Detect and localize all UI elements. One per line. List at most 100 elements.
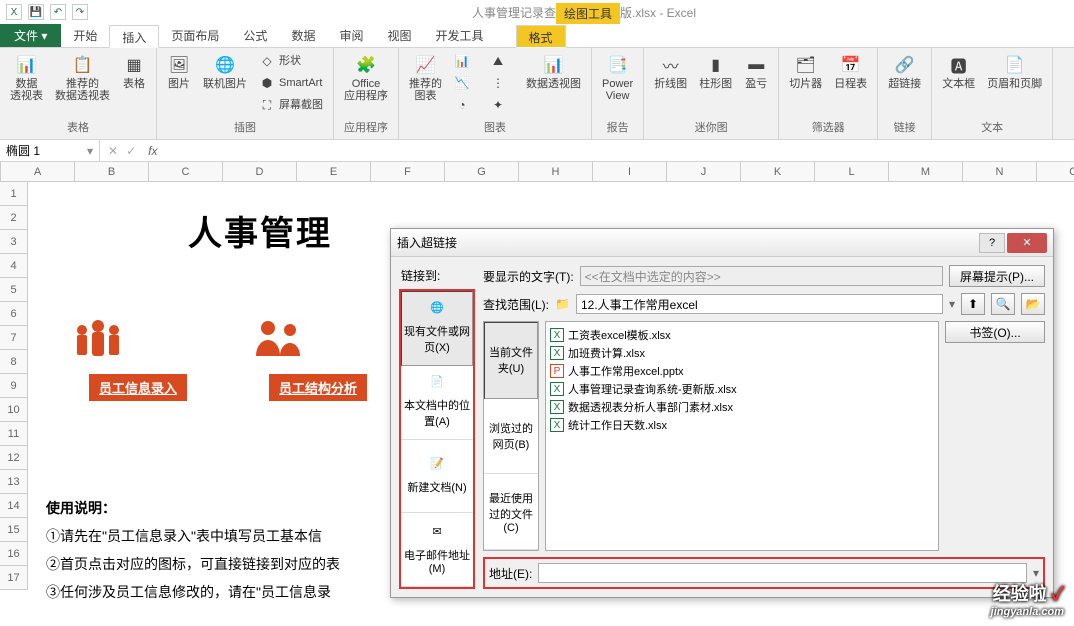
tab-data[interactable]: 数据: [279, 24, 327, 47]
row-6[interactable]: 6: [0, 302, 28, 326]
row-9[interactable]: 9: [0, 374, 28, 398]
row-2[interactable]: 2: [0, 206, 28, 230]
row-17[interactable]: 17: [0, 566, 28, 590]
name-box[interactable]: 椭圆 1 ▾: [0, 140, 100, 161]
online-picture-button[interactable]: 🌐联机图片: [199, 50, 251, 94]
sparkline-line-button[interactable]: 〰折线图: [650, 50, 691, 94]
col-E[interactable]: E: [297, 162, 371, 181]
cancel-icon[interactable]: ✕: [108, 144, 118, 158]
recommended-charts-button[interactable]: 📈推荐的 图表: [405, 50, 446, 106]
col-K[interactable]: K: [741, 162, 815, 181]
pivot-table-button[interactable]: 📊数据 透视表: [6, 50, 47, 106]
fx-icon[interactable]: fx: [144, 144, 161, 158]
tab-formulas[interactable]: 公式: [231, 24, 279, 47]
screentip-button[interactable]: 屏幕提示(P)...: [949, 265, 1045, 287]
address-input[interactable]: [538, 563, 1027, 583]
employee-structure-button[interactable]: 员工结构分析: [269, 374, 367, 401]
linkto-place-in-doc[interactable]: 📄本文档中的位置(A): [401, 366, 473, 440]
tab-insert[interactable]: 插入: [109, 25, 159, 48]
file-list[interactable]: X工资表excel模板.xlsxX加班费计算.xlsxP人事工作常用excel.…: [545, 321, 939, 551]
col-D[interactable]: D: [223, 162, 297, 181]
chart-type-3[interactable]: ◔: [450, 94, 482, 116]
redo-icon[interactable]: ↷: [72, 4, 88, 20]
row-12[interactable]: 12: [0, 446, 28, 470]
row-5[interactable]: 5: [0, 278, 28, 302]
enter-icon[interactable]: ✓: [126, 144, 136, 158]
col-J[interactable]: J: [667, 162, 741, 181]
up-folder-icon[interactable]: ⬆: [961, 293, 985, 315]
browse-web-icon[interactable]: 🔍: [991, 293, 1015, 315]
bookmark-button[interactable]: 书签(O)...: [945, 321, 1045, 343]
col-O[interactable]: O: [1037, 162, 1074, 181]
file-item[interactable]: X人事管理记录查询系统-更新版.xlsx: [550, 380, 934, 398]
picture-button[interactable]: 🖼图片: [163, 50, 195, 94]
slicer-button[interactable]: 🗂切片器: [785, 50, 826, 94]
col-L[interactable]: L: [815, 162, 889, 181]
tab-developer[interactable]: 开发工具: [423, 24, 495, 47]
sparkline-winloss-button[interactable]: ▬盈亏: [740, 50, 772, 94]
screenshot-button[interactable]: ⛶屏幕截图: [255, 94, 327, 116]
linkto-email[interactable]: ✉电子邮件地址(M): [401, 513, 473, 587]
linkto-new-doc[interactable]: 📝新建文档(N): [401, 440, 473, 514]
col-B[interactable]: B: [75, 162, 149, 181]
col-N[interactable]: N: [963, 162, 1037, 181]
timeline-button[interactable]: 📅日程表: [830, 50, 871, 94]
table-button[interactable]: ▦表格: [118, 50, 150, 94]
employee-info-block[interactable]: 员工信息录入: [68, 316, 208, 401]
row-14[interactable]: 14: [0, 494, 28, 518]
row-10[interactable]: 10: [0, 398, 28, 422]
row-15[interactable]: 15: [0, 518, 28, 542]
row-13[interactable]: 13: [0, 470, 28, 494]
undo-icon[interactable]: ↶: [50, 4, 66, 20]
row-11[interactable]: 11: [0, 422, 28, 446]
help-icon[interactable]: ?: [979, 233, 1005, 253]
office-apps-button[interactable]: 🧩Office 应用程序: [340, 50, 392, 106]
tab-view[interactable]: 视图: [375, 24, 423, 47]
chart-type-5[interactable]: ⋮: [486, 72, 518, 94]
file-item[interactable]: X统计工作日天数.xlsx: [550, 416, 934, 434]
chart-type-6[interactable]: ✦: [486, 94, 518, 116]
lookin-input[interactable]: [576, 294, 943, 314]
tab-file[interactable]: 文件 ▾: [0, 24, 61, 47]
tab-review[interactable]: 审阅: [327, 24, 375, 47]
file-item[interactable]: X工资表excel模板.xlsx: [550, 326, 934, 344]
smartart-button[interactable]: ⬢SmartArt: [255, 72, 327, 94]
file-item[interactable]: X数据透视表分析人事部门素材.xlsx: [550, 398, 934, 416]
sparkline-column-button[interactable]: ▮柱形图: [695, 50, 736, 94]
powerview-button[interactable]: 📑Power View: [598, 50, 637, 106]
file-item[interactable]: P人事工作常用excel.pptx: [550, 362, 934, 380]
recent-files-tab[interactable]: 最近使用过的文件(C): [484, 474, 538, 550]
browsed-pages-tab[interactable]: 浏览过的网页(B): [484, 399, 538, 475]
row-8[interactable]: 8: [0, 350, 28, 374]
col-H[interactable]: H: [519, 162, 593, 181]
col-G[interactable]: G: [445, 162, 519, 181]
current-folder-tab[interactable]: 当前文件夹(U): [484, 322, 538, 399]
chart-type-2[interactable]: 📉: [450, 72, 482, 94]
hyperlink-button[interactable]: 🔗超链接: [884, 50, 925, 94]
col-I[interactable]: I: [593, 162, 667, 181]
browse-file-icon[interactable]: 📂: [1021, 293, 1045, 315]
close-icon[interactable]: ✕: [1007, 233, 1047, 253]
recommended-pivot-button[interactable]: 📋推荐的 数据透视表: [51, 50, 114, 106]
col-M[interactable]: M: [889, 162, 963, 181]
chart-type-4[interactable]: ⛰: [486, 50, 518, 72]
row-4[interactable]: 4: [0, 254, 28, 278]
file-item[interactable]: X加班费计算.xlsx: [550, 344, 934, 362]
row-16[interactable]: 16: [0, 542, 28, 566]
row-1[interactable]: 1: [0, 182, 28, 206]
pivotchart-button[interactable]: 📊数据透视图: [522, 50, 585, 94]
tab-format[interactable]: 格式: [516, 25, 566, 48]
dialog-titlebar[interactable]: 插入超链接 ? ✕: [391, 229, 1053, 257]
col-F[interactable]: F: [371, 162, 445, 181]
row-7[interactable]: 7: [0, 326, 28, 350]
linkto-existing-file[interactable]: 🌐现有文件或网页(X): [401, 291, 473, 366]
header-footer-button[interactable]: 📄页眉和页脚: [983, 50, 1046, 94]
shapes-button[interactable]: ◇形状: [255, 50, 327, 72]
tab-home[interactable]: 开始: [61, 24, 109, 47]
employee-info-button[interactable]: 员工信息录入: [89, 374, 187, 401]
save-icon[interactable]: 💾: [28, 4, 44, 20]
col-C[interactable]: C: [149, 162, 223, 181]
tab-pagelayout[interactable]: 页面布局: [159, 24, 231, 47]
chart-type-1[interactable]: 📊: [450, 50, 482, 72]
textbox-button[interactable]: 🅰文本框: [938, 50, 979, 94]
